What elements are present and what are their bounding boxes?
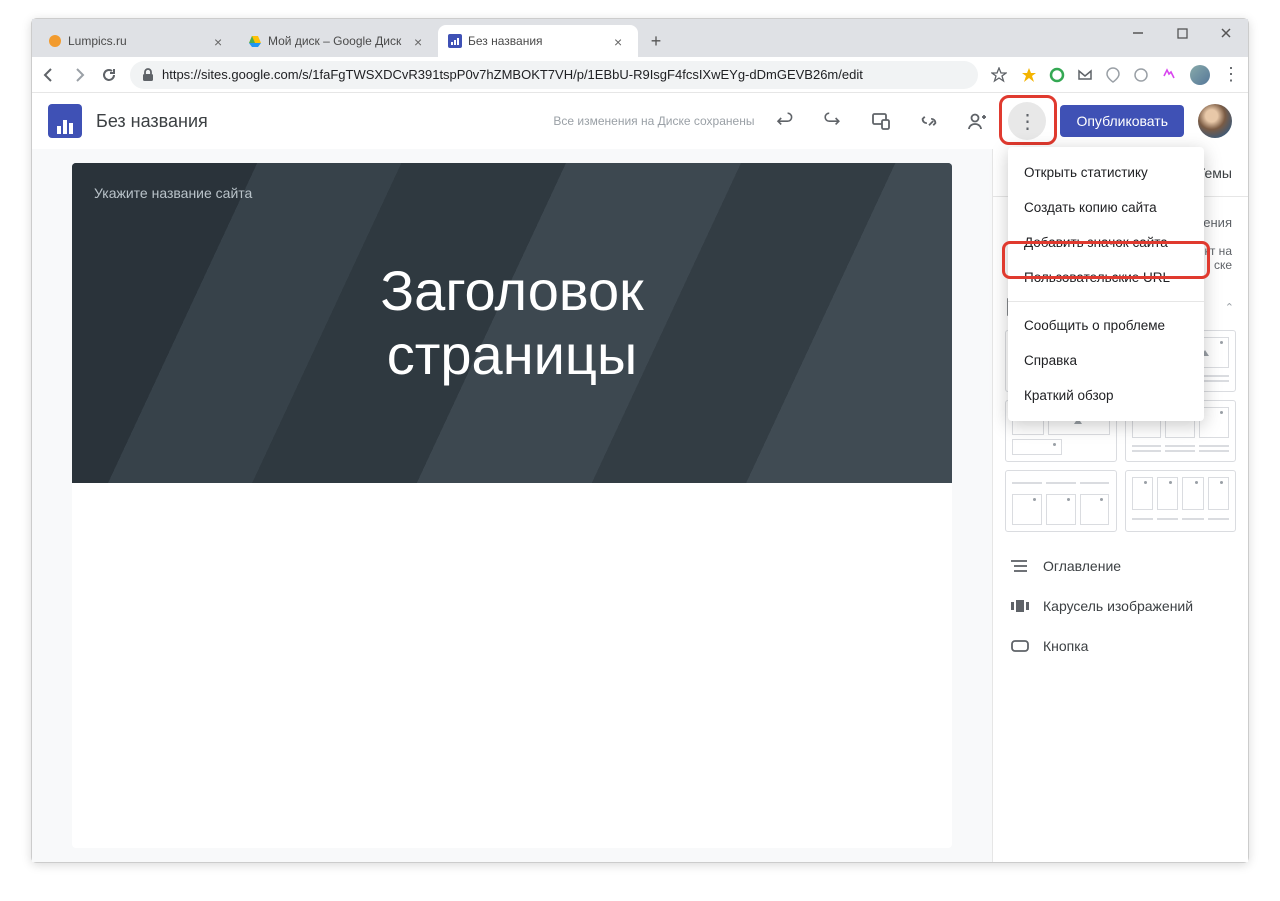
nav-forward-button[interactable] bbox=[70, 66, 88, 84]
carousel-label: Карусель изображений bbox=[1043, 598, 1193, 614]
menu-item-statistics[interactable]: Открыть статистику bbox=[1008, 155, 1204, 190]
browser-tab-drive[interactable]: Мой диск – Google Диск × bbox=[238, 25, 438, 57]
browser-address-bar: https://sites.google.com/s/1faFgTWSXDCvR… bbox=[32, 57, 1248, 93]
browser-menu-button[interactable]: ⋮ bbox=[1222, 64, 1240, 85]
toc-icon bbox=[1011, 559, 1031, 573]
site-canvas[interactable]: Укажите название сайта Заголовок страниц… bbox=[72, 163, 952, 848]
tab-title: Lumpics.ru bbox=[68, 34, 127, 48]
favicon-sites-icon bbox=[448, 34, 462, 48]
share-button[interactable] bbox=[960, 104, 994, 138]
more-options-button[interactable]: ⋮ bbox=[1008, 102, 1046, 140]
ext-icon-4[interactable] bbox=[1104, 66, 1122, 84]
preview-button[interactable] bbox=[864, 104, 898, 138]
window-close-button[interactable] bbox=[1204, 19, 1248, 47]
site-name-placeholder[interactable]: Укажите название сайта bbox=[94, 185, 252, 201]
ext-icon-6[interactable] bbox=[1160, 66, 1178, 84]
address-omnibox[interactable]: https://sites.google.com/s/1faFgTWSXDCvR… bbox=[130, 61, 978, 89]
ext-icon-2[interactable] bbox=[1048, 66, 1066, 84]
menu-item-custom-urls[interactable]: Пользовательские URL bbox=[1008, 260, 1204, 295]
nav-back-button[interactable] bbox=[40, 66, 58, 84]
button-label: Кнопка bbox=[1043, 638, 1088, 654]
layout-option-5[interactable] bbox=[1005, 470, 1117, 532]
chevron-collapse-icon[interactable]: ⌃ bbox=[1225, 301, 1234, 314]
menu-item-copy-site[interactable]: Создать копию сайта bbox=[1008, 190, 1204, 225]
insert-button[interactable]: Кнопка bbox=[993, 626, 1248, 666]
undo-button[interactable] bbox=[768, 104, 802, 138]
tab-title: Мой диск – Google Диск bbox=[268, 34, 401, 48]
menu-item-add-favicon[interactable]: Добавить значок сайта bbox=[1008, 225, 1204, 260]
tab-title: Без названия bbox=[468, 34, 543, 48]
link-button[interactable] bbox=[912, 104, 946, 138]
insert-carousel[interactable]: Карусель изображений bbox=[993, 586, 1248, 626]
window-maximize-button[interactable] bbox=[1160, 19, 1204, 47]
menu-item-report[interactable]: Сообщить о проблеме bbox=[1008, 308, 1204, 343]
extension-icons bbox=[1020, 66, 1178, 84]
lock-icon bbox=[142, 68, 154, 82]
ext-icon-5[interactable] bbox=[1132, 66, 1150, 84]
url-text: https://sites.google.com/s/1faFgTWSXDCvR… bbox=[162, 67, 863, 82]
menu-item-tour[interactable]: Краткий обзор bbox=[1008, 378, 1204, 413]
browser-tab-sites[interactable]: Без названия × bbox=[438, 25, 638, 57]
sites-logo-icon[interactable] bbox=[48, 104, 82, 138]
bookmark-star-icon[interactable] bbox=[990, 66, 1008, 84]
button-icon bbox=[1011, 640, 1031, 652]
menu-divider bbox=[1008, 301, 1204, 302]
browser-tab-lumpics[interactable]: Lumpics.ru × bbox=[38, 25, 238, 57]
window-minimize-button[interactable] bbox=[1116, 19, 1160, 47]
app-toolbar: Без названия Все изменения на Диске сохр… bbox=[32, 93, 1248, 149]
browser-titlebar: Lumpics.ru × Мой диск – Google Диск × Бе… bbox=[32, 19, 1248, 57]
menu-item-help[interactable]: Справка bbox=[1008, 343, 1204, 378]
carousel-icon bbox=[1011, 599, 1031, 613]
insert-toc[interactable]: Оглавление bbox=[993, 546, 1248, 586]
hero-section[interactable]: Укажите название сайта Заголовок страниц… bbox=[72, 163, 952, 483]
tab-close-icon[interactable]: × bbox=[214, 34, 228, 48]
redo-button[interactable] bbox=[816, 104, 850, 138]
publish-button[interactable]: Опубликовать bbox=[1060, 105, 1184, 137]
layout-option-6[interactable] bbox=[1125, 470, 1237, 532]
nav-reload-button[interactable] bbox=[100, 66, 118, 84]
browser-profile-avatar[interactable] bbox=[1190, 65, 1210, 85]
favicon-drive-icon bbox=[248, 34, 262, 48]
ext-icon-1[interactable] bbox=[1020, 66, 1038, 84]
tab-close-icon[interactable]: × bbox=[414, 34, 428, 48]
more-options-menu: Открыть статистику Создать копию сайта Д… bbox=[1008, 147, 1204, 421]
new-tab-button[interactable]: + bbox=[644, 29, 668, 53]
user-avatar[interactable] bbox=[1198, 104, 1232, 138]
save-status-text: Все изменения на Диске сохранены bbox=[553, 114, 754, 128]
site-title-input[interactable]: Без названия bbox=[96, 111, 208, 132]
favicon-orange-icon bbox=[48, 34, 62, 48]
page-title-heading[interactable]: Заголовок страницы bbox=[380, 259, 643, 388]
tab-close-icon[interactable]: × bbox=[614, 34, 628, 48]
ext-icon-3[interactable] bbox=[1076, 66, 1094, 84]
toc-label: Оглавление bbox=[1043, 558, 1121, 574]
